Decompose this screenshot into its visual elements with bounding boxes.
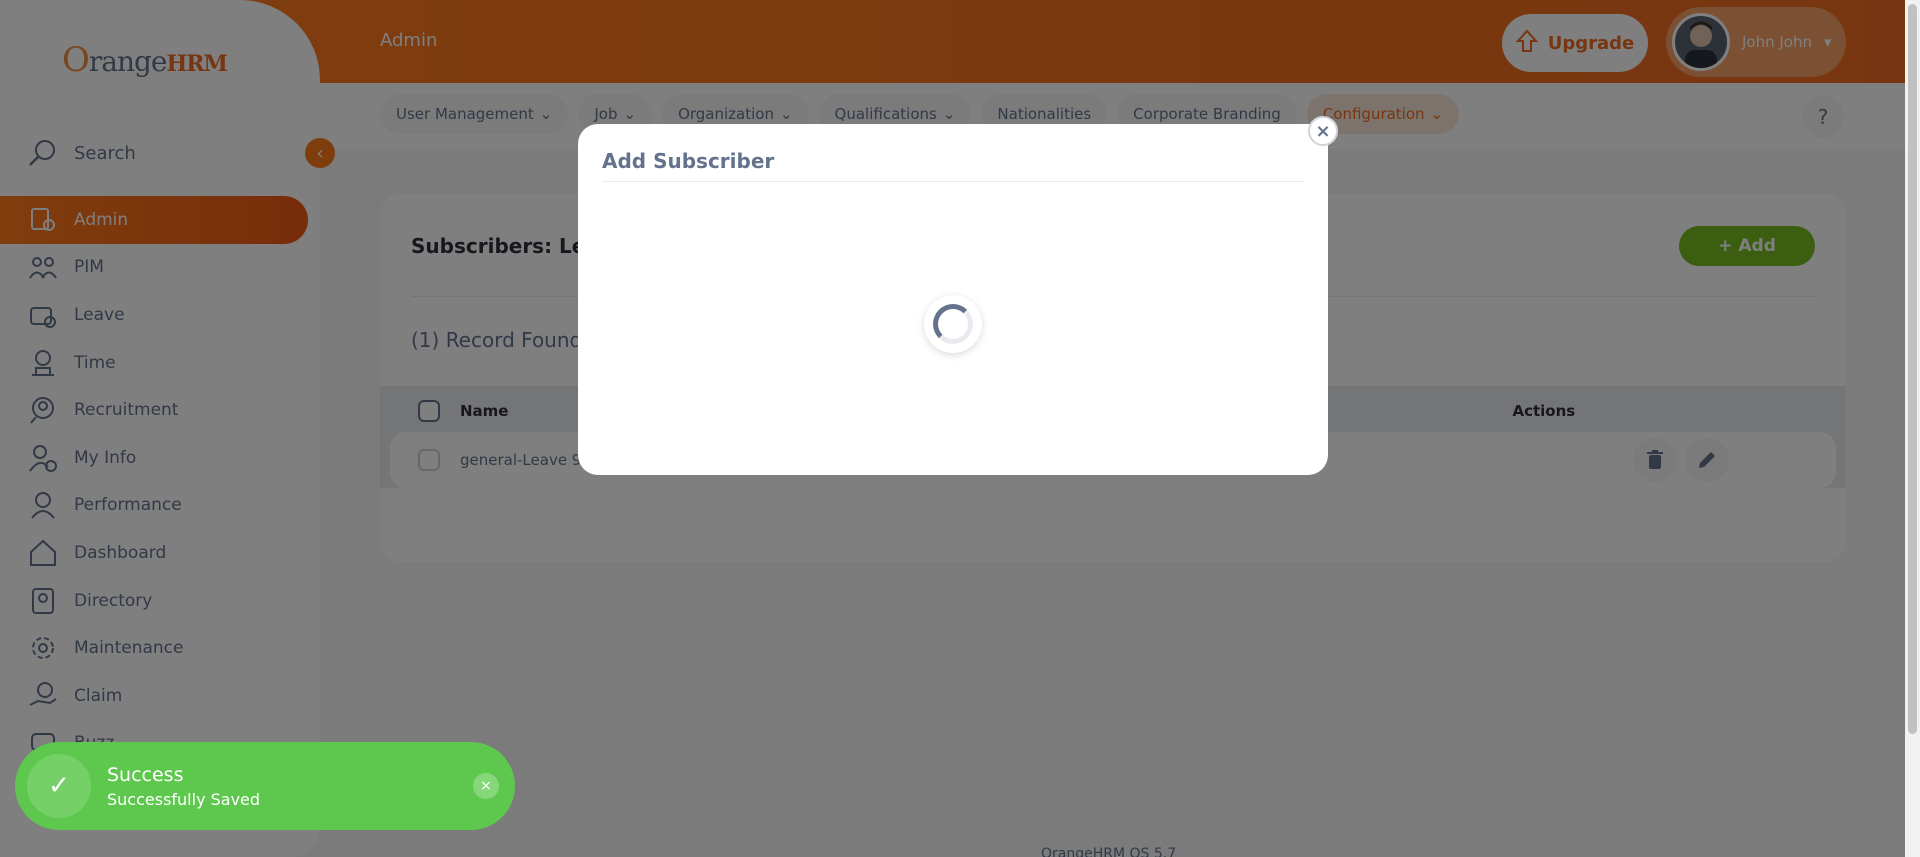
check-icon: ✓ xyxy=(27,754,91,818)
toast-message: Successfully Saved xyxy=(107,789,261,809)
toast-close-button[interactable]: × xyxy=(473,773,499,799)
toast-title: Success xyxy=(107,763,184,786)
scrollbar[interactable] xyxy=(1905,0,1920,857)
add-subscriber-dialog: Add Subscriber × xyxy=(578,116,1338,475)
success-toast: ✓ Success Successfully Saved × xyxy=(15,742,515,830)
loading-indicator xyxy=(924,295,982,353)
dialog-title: Add Subscriber xyxy=(602,149,775,173)
spinner-icon xyxy=(933,304,973,344)
divider xyxy=(602,181,1304,182)
scrollbar-thumb[interactable] xyxy=(1908,4,1917,734)
dialog-close-button[interactable]: × xyxy=(1308,116,1338,146)
